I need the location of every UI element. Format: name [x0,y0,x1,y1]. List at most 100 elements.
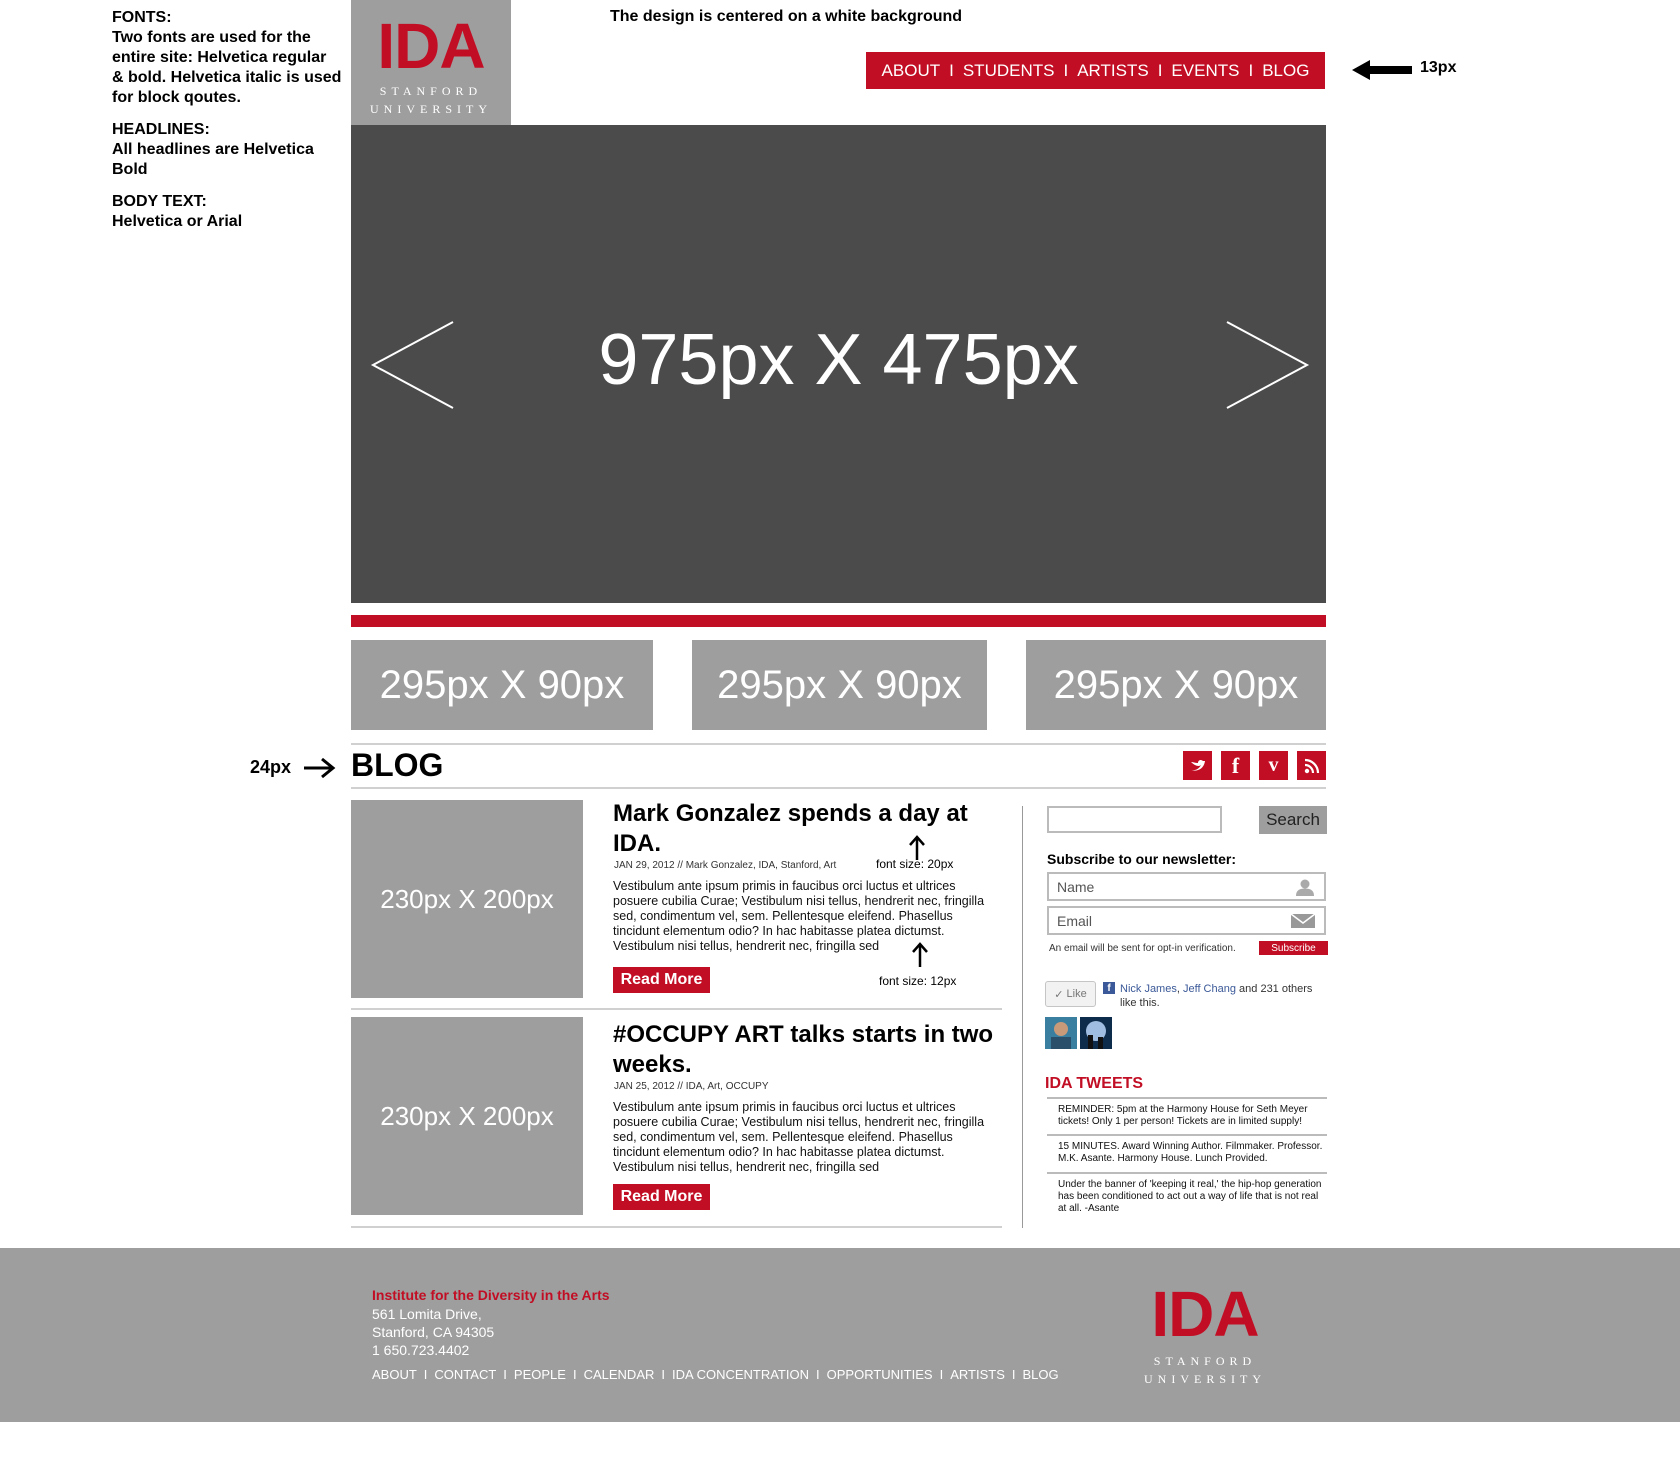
facebook-likes-text: Nick James, Jeff Chang and 231 others li… [1120,982,1330,1010]
name-field[interactable]: Name [1047,872,1326,901]
footer-nav-calendar[interactable]: CALENDAR [584,1367,655,1382]
nav-students[interactable]: STUDENTS [963,61,1055,81]
post-2-read-more-button[interactable]: Read More [613,1184,710,1210]
feature-thumb-2[interactable]: 295px X 90px [692,640,987,730]
ida-logo[interactable]: IDA STANFORD UNIVERSITY [351,0,511,125]
up-arrow-icon [912,942,928,967]
headlines-text: All headlines are Helvetica Bold [112,141,314,178]
footer-nav-separator: I [816,1367,820,1382]
nav-size-note: 13px [1420,59,1457,76]
email-verification-note: An email will be sent for opt-in verific… [1049,943,1236,954]
email-placeholder: Email [1057,912,1093,929]
hero-size-label: 975px X 475px [598,320,1079,400]
nav-artists[interactable]: ARTISTS [1077,61,1148,81]
footer-ida-logo[interactable]: IDA STANFORD UNIVERSITY [1130,1282,1280,1388]
post-2-image[interactable]: 230px X 200px [351,1017,583,1215]
footer-nav-about[interactable]: ABOUT [372,1367,417,1382]
body-text-note: Helvetica or Arial [112,213,243,230]
headlines-heading: HEADLINES: [112,121,210,138]
left-arrow-icon [1352,60,1412,80]
liker-link[interactable]: Nick James [1120,983,1177,995]
footer-nav-separator: I [661,1367,665,1382]
body-font-note: font size: 12px [879,974,957,988]
fonts-text: Two fonts are used for the entire site: … [112,29,342,106]
facebook-like-button[interactable]: ✓ Like [1045,981,1096,1007]
post-1-body: Vestibulum ante ipsum primis in faucibus… [613,879,985,953]
tweet-divider [1047,1134,1327,1136]
footer-logo-stanford: STANFORD [1153,1354,1257,1368]
footer-phone: 1 650.723.4402 [372,1342,470,1358]
post-1-read-more-button[interactable]: Read More [613,967,710,993]
fonts-heading: FONTS: [112,9,172,26]
search-input[interactable] [1047,806,1222,833]
tweet-item[interactable]: REMINDER: 5pm at the Harmony House for S… [1058,1104,1328,1128]
post-2-title[interactable]: #OCCUPY ART talks starts in two weeks. [613,1020,1003,1080]
like-label: Like [1066,988,1087,1000]
newsletter-label: Subscribe to our newsletter: [1047,851,1237,867]
footer-address-line-1: 561 Lomita Drive, [372,1306,482,1322]
next-slide-icon[interactable] [1221,320,1311,410]
check-icon: ✓ [1054,988,1064,1001]
logo-wordmark: IDA [377,10,485,82]
liker-link[interactable]: Jeff Chang [1183,983,1236,995]
feature-thumb-3[interactable]: 295px X 90px [1026,640,1326,730]
hero-divider-bar [351,615,1326,627]
subscribe-button[interactable]: Subscribe [1259,941,1328,955]
footer-nav-separator: I [423,1367,428,1382]
footer [0,1248,1680,1422]
tweet-item[interactable]: Under the banner of 'keeping it real,' t… [1058,1179,1328,1215]
avatar[interactable] [1080,1017,1112,1049]
avatar[interactable] [1045,1017,1077,1049]
post-2-body: Vestibulum ante ipsum primis in faucibus… [613,1100,985,1174]
footer-nav-ida-concentration[interactable]: IDA CONCENTRATION [672,1367,809,1382]
footer-nav-separator: I [1011,1367,1016,1382]
nav-separator: I [1248,60,1254,80]
footer-nav-contact[interactable]: CONTACT [434,1367,496,1382]
sidebar-divider [1022,806,1023,1228]
blog-heading: BLOG [351,747,444,783]
footer-nav-blog[interactable]: BLOG [1023,1367,1059,1382]
blog-size-note: 24px [250,757,292,777]
footer-nav-separator: I [503,1367,507,1382]
design-notes: FONTS: Two fonts are used for the entire… [112,8,342,244]
title-font-note: font size: 20px [876,857,954,871]
nav-separator: I [1157,60,1163,80]
tweet-divider [1047,1172,1327,1174]
search-button[interactable]: Search [1259,806,1327,834]
nav-about[interactable]: ABOUT [882,61,941,81]
nav-events[interactable]: EVENTS [1171,61,1239,81]
footer-nav-artists[interactable]: ARTISTS [950,1367,1005,1382]
footer-nav-people[interactable]: PEOPLE [514,1367,566,1382]
post-divider [351,1226,1002,1228]
post-2-meta: JAN 25, 2012 // IDA, Art, OCCUPY [614,1081,769,1092]
right-arrow-icon [304,757,336,779]
email-field[interactable]: Email [1047,906,1326,935]
tweet-item[interactable]: 15 MINUTES. Award Winning Author. Filmma… [1058,1141,1328,1165]
nav-separator: I [949,60,954,80]
post-1-title[interactable]: Mark Gonzalez spends a day at IDA. [613,799,1003,859]
logo-university: UNIVERSITY [370,102,492,116]
rss-icon[interactable] [1297,751,1326,780]
vimeo-icon[interactable]: v [1259,751,1288,780]
footer-logo-university: UNIVERSITY [1144,1372,1266,1386]
post-divider [351,1008,1002,1010]
twitter-icon[interactable] [1183,751,1212,780]
person-icon [1296,879,1314,896]
blog-bottom-rule [351,787,1326,789]
tweets-heading: IDA TWEETS [1045,1075,1144,1092]
footer-nav-opportunities[interactable]: OPPORTUNITIES [827,1367,933,1382]
envelope-icon [1290,913,1316,928]
blog-top-rule [351,743,1326,745]
post-1-image[interactable]: 230px X 200px [351,800,583,998]
post-1-meta: JAN 29, 2012 // Mark Gonzalez, IDA, Stan… [614,860,837,871]
footer-nav: ABOUT I CONTACT I PEOPLE I CALENDAR I IDA CONCEN… [372,1367,1059,1382]
main-nav: ABOUT I STUDENTS I ARTISTS I EVENTS I BL… [866,52,1325,89]
nav-blog[interactable]: BLOG [1262,61,1309,81]
footer-logo-wordmark: IDA [1151,1278,1259,1350]
facebook-icon[interactable]: f [1221,751,1250,780]
feature-thumb-1[interactable]: 295px X 90px [351,640,653,730]
footer-address: 561 Lomita Drive, Stanford, CA 94305 1 6… [372,1305,494,1359]
nav-separator: I [1063,60,1069,80]
footer-org-name: Institute for the Diversity in the Arts [372,1287,610,1303]
centered-note: The design is centered on a white backgr… [610,8,963,25]
